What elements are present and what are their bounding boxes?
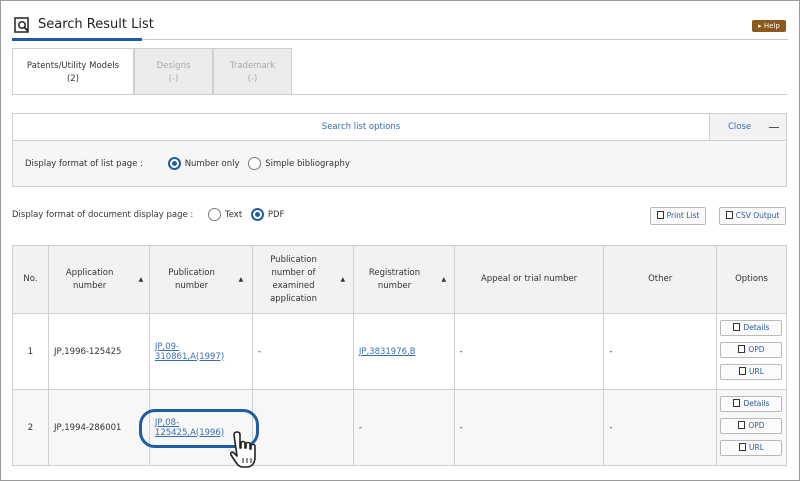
col-header-no: No.: [12, 245, 49, 314]
list-format-label: Display format of list page :: [25, 158, 143, 169]
external-link-icon: [739, 443, 747, 451]
csv-output-button[interactable]: CSV Output: [719, 207, 786, 225]
options-cell: Details OPD URL: [715, 313, 788, 390]
table-header-row: No. Application number ▲ Publication numb…: [12, 245, 788, 314]
export-icon: [725, 211, 733, 219]
tab-patents-utility-models[interactable]: Patents/Utility Models (2): [12, 48, 134, 95]
page-title: Search Result List: [38, 17, 154, 32]
search-options-header: Search list options Close: [13, 114, 786, 141]
registration-link[interactable]: JP,3831976,B: [359, 347, 416, 357]
document-icon: [733, 399, 741, 407]
close-label: Close: [728, 122, 752, 132]
document-icon: [738, 345, 746, 353]
tab-label: Designs: [156, 61, 191, 71]
url-button[interactable]: URL: [720, 440, 783, 456]
other-value: -: [603, 389, 717, 466]
search-list-icon: [14, 17, 29, 33]
details-label: Details: [743, 399, 770, 408]
row-number: 1: [12, 313, 49, 390]
sort-icon[interactable]: ▲: [239, 273, 244, 286]
opd-button[interactable]: OPD: [720, 418, 783, 434]
close-options-button[interactable]: Close: [709, 114, 786, 140]
tabs-divider: [12, 94, 788, 95]
publication-number: JP,09-310861,A(1997): [148, 313, 253, 390]
registration-number: JP,3831976,B: [352, 313, 455, 390]
tab-label: Patents/Utility Models: [26, 61, 120, 71]
col-header-registration-label: Registration number: [368, 267, 421, 291]
results-table: No. Application number ▲ Publication numb…: [12, 245, 788, 466]
opd-label: OPD: [748, 421, 765, 430]
hand-pointer-icon: [229, 431, 256, 468]
col-header-registration[interactable]: Registration number ▲: [352, 245, 455, 314]
print-list-label: Print List: [666, 211, 700, 220]
sort-icon[interactable]: ▲: [441, 273, 446, 286]
examined-number: -: [251, 313, 354, 390]
url-button[interactable]: URL: [720, 364, 783, 380]
details-button[interactable]: Details: [720, 320, 783, 336]
search-options-title[interactable]: Search list options: [13, 122, 709, 132]
radio-simple-bibliography-label: Simple bibliography: [265, 158, 350, 169]
radio-number-only-label: Number only: [184, 158, 240, 169]
tab-count: (-): [247, 74, 258, 84]
publication-link[interactable]: JP,09-310861,A(1997): [155, 342, 224, 362]
document-icon: [738, 421, 746, 429]
external-link-icon: [739, 367, 747, 375]
appeal-number: -: [453, 313, 605, 390]
help-button[interactable]: ▸ Help: [752, 20, 786, 32]
col-header-appeal: Appeal or trial number: [453, 245, 605, 314]
col-header-publication-label: Publication number: [168, 267, 215, 291]
application-number: JP,1996-125425: [47, 313, 150, 390]
tab-count: (-): [168, 74, 179, 84]
page-header: Search Result List: [12, 14, 788, 40]
radio-number-only[interactable]: [167, 157, 181, 170]
tab-trademark[interactable]: Trademark (-): [213, 48, 292, 95]
document-display-label: Display format of document display page …: [12, 209, 194, 220]
document-icon: [733, 323, 741, 331]
table-row: 2 JP,1994-286001 JP,08-125425,A(1996) - …: [12, 389, 788, 466]
title-underline: [12, 38, 142, 41]
search-options-panel: Search list options Close Display format…: [12, 113, 787, 187]
col-header-examined-label: Publication number of examined applicati…: [270, 254, 317, 304]
tab-label: Trademark: [229, 61, 276, 71]
csv-output-label: CSV Output: [735, 211, 780, 220]
details-label: Details: [743, 323, 770, 332]
radio-pdf[interactable]: [250, 208, 264, 221]
options-cell: Details OPD URL: [715, 389, 788, 466]
print-list-button[interactable]: Print List: [650, 207, 706, 225]
sort-icon[interactable]: ▲: [139, 273, 144, 286]
url-label: URL: [749, 443, 764, 452]
table-row: 1 JP,1996-125425 JP,09-310861,A(1997) - …: [12, 313, 788, 390]
opd-label: OPD: [748, 345, 765, 354]
application-number: JP,1994-286001: [47, 389, 150, 466]
col-header-examined[interactable]: Publication number of examined applicati…: [251, 245, 354, 314]
radio-text[interactable]: [207, 208, 221, 221]
radio-text-label: Text: [224, 209, 243, 220]
col-header-publication[interactable]: Publication number ▲: [148, 245, 253, 314]
col-header-other: Other: [603, 245, 717, 314]
sort-icon[interactable]: ▲: [341, 273, 346, 286]
tab-designs[interactable]: Designs (-): [134, 48, 213, 95]
col-header-options: Options: [715, 245, 788, 314]
collapse-icon: [769, 127, 779, 128]
appeal-number: -: [453, 389, 605, 466]
tab-count: (2): [66, 74, 80, 84]
col-header-application-label: Application number: [65, 267, 114, 291]
registration-number: -: [352, 389, 455, 466]
col-header-application[interactable]: Application number ▲: [47, 245, 150, 314]
url-label: URL: [749, 367, 764, 376]
details-button[interactable]: Details: [720, 396, 783, 412]
opd-button[interactable]: OPD: [720, 342, 783, 358]
list-format-row: Display format of list page : Number onl…: [25, 157, 356, 170]
other-value: -: [603, 313, 717, 390]
document-display-row: Display format of document display page …: [12, 208, 290, 221]
row-number: 2: [12, 389, 49, 466]
print-icon: [656, 211, 664, 219]
radio-simple-bibliography[interactable]: [248, 157, 262, 170]
radio-pdf-label: PDF: [267, 209, 285, 220]
